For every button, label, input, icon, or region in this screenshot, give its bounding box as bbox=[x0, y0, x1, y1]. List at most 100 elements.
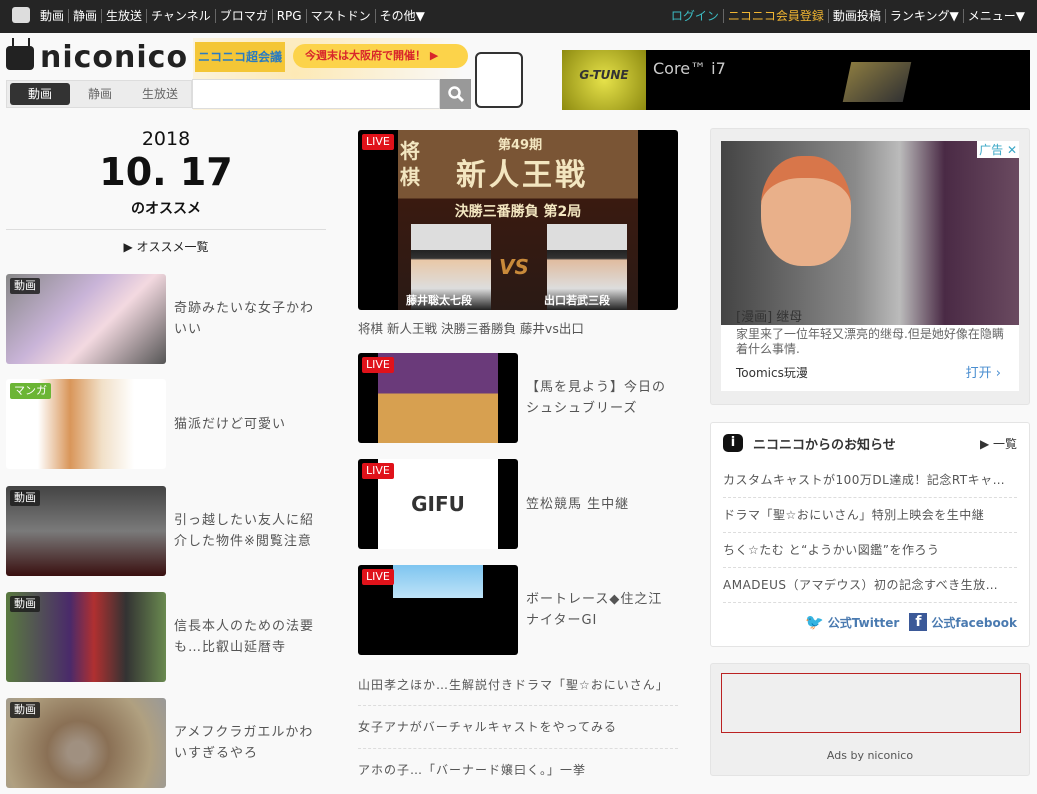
type-badge: 動画 bbox=[10, 702, 40, 718]
nav-channel[interactable]: チャンネル bbox=[146, 9, 215, 23]
ad-brand: G-TUNE bbox=[562, 50, 646, 110]
nav-other[interactable]: その他▼ bbox=[374, 9, 429, 23]
nav-blomaga[interactable]: ブロマガ bbox=[214, 9, 272, 23]
ad-slot[interactable] bbox=[721, 673, 1021, 733]
type-badge: 動画 bbox=[10, 278, 40, 294]
notice-item[interactable]: ちく☆たむ と“ようかい図鑑”を作ろう bbox=[723, 533, 1017, 568]
type-badge: 動画 bbox=[10, 490, 40, 506]
image-text-side: 将棋 bbox=[400, 139, 420, 189]
item-title: 信長本人のための法要も…比叡山延暦寺 bbox=[174, 619, 315, 655]
divider bbox=[6, 229, 326, 230]
shogi-image: 将棋 第49期 新人王戦 決勝三番勝負 第2局 VS 藤井聡太七段 出口若武三段 bbox=[398, 130, 638, 310]
nav-mastodon[interactable]: マストドン bbox=[305, 9, 375, 23]
nav-seiga[interactable]: 静画 bbox=[68, 9, 101, 23]
item-title: 奇跡みたいな女子かわいい bbox=[174, 301, 315, 337]
main-menu[interactable]: メニュー▼ bbox=[962, 9, 1029, 23]
notice-item[interactable]: カスタムキャストが100万DL達成！記念RTキャ… bbox=[723, 463, 1017, 498]
live-badge: LIVE bbox=[362, 463, 394, 479]
date-day: 10. 17 bbox=[99, 150, 233, 194]
ad-advertiser: Toomics玩漫 bbox=[736, 366, 808, 380]
nav-live[interactable]: 生放送 bbox=[101, 9, 146, 23]
recommend-item[interactable]: マンガ 猫派だけど可愛い bbox=[6, 379, 324, 469]
ad-close-icon[interactable]: ✕ bbox=[1007, 143, 1017, 157]
item-title: 【馬を見よう】今日のシュシュブリーズ bbox=[526, 380, 667, 416]
recommend-item[interactable]: 動画 奇跡みたいな女子かわいい bbox=[6, 274, 324, 364]
ranking-menu[interactable]: ランキング▼ bbox=[884, 9, 963, 23]
live-badge: LIVE bbox=[362, 134, 394, 150]
recommend-item[interactable]: 動画 引っ越したい友人に紹介した物件※閲覧注意 bbox=[6, 486, 324, 576]
live-text-item[interactable]: 女子アナがバーチャルキャストをやってみる bbox=[358, 718, 617, 735]
live-item[interactable]: LIVE 【馬を見よう】今日のシュシュブリーズ bbox=[358, 353, 676, 443]
live-item[interactable]: LIVE ボートレース◆住之江ナイターGI bbox=[358, 565, 676, 655]
thumbnail: 動画 bbox=[6, 592, 166, 682]
divider bbox=[358, 705, 678, 706]
notice-title: ニコニコからのお知らせ bbox=[753, 437, 896, 453]
recommend-list-link[interactable]: ▶ オススメ一覧 bbox=[6, 238, 326, 255]
search-tab-seiga[interactable]: 静画 bbox=[70, 83, 130, 105]
niconico-logo[interactable]: niconico bbox=[6, 40, 188, 75]
thumbnail: 動画 bbox=[6, 274, 166, 364]
search-input[interactable] bbox=[192, 79, 440, 109]
item-title: 猫派だけど可愛い bbox=[174, 416, 287, 432]
nav-rpg[interactable]: RPG bbox=[271, 9, 306, 23]
nav-douga[interactable]: 動画 bbox=[36, 9, 68, 23]
item-title: 引っ越したい友人に紹介した物件※閲覧注意 bbox=[174, 513, 315, 549]
facebook-link[interactable]: 公式facebook bbox=[931, 614, 1017, 631]
notice-more-link[interactable]: ▶ 一覧 bbox=[980, 435, 1017, 452]
mascot-image bbox=[475, 52, 523, 108]
search-button[interactable] bbox=[440, 79, 471, 109]
search-tab-douga[interactable]: 動画 bbox=[10, 83, 70, 105]
image-text-sub: 決勝三番勝負 第2局 bbox=[454, 204, 582, 220]
notice-panel: i ニコニコからのお知らせ ▶ 一覧 カスタムキャストが100万DL達成！記念R… bbox=[710, 422, 1030, 647]
banner-text: 今週末は大阪府で開催！ ▶ bbox=[293, 44, 468, 68]
main-live-title[interactable]: 将棋 新人王戦 決勝三番勝負 藤井vs出口 bbox=[358, 318, 584, 337]
top-ad-banner[interactable]: G-TUNE Core™ i7 bbox=[562, 50, 1030, 110]
twitter-link[interactable]: 公式Twitter bbox=[828, 614, 900, 631]
ad-text: Core™ i7 bbox=[653, 59, 726, 78]
notice-header: i ニコニコからのお知らせ ▶ 一覧 bbox=[711, 423, 1029, 463]
niconico-tv-icon[interactable] bbox=[12, 7, 30, 23]
top-navigation-bar: 動画 静画 生放送 チャンネル ブロマガ RPG マストドン その他▼ ログイン… bbox=[0, 0, 1037, 33]
laptop-image bbox=[842, 62, 912, 102]
login-link[interactable]: ログイン bbox=[667, 9, 723, 23]
image-text-player1: 藤井聡太七段 bbox=[406, 294, 472, 307]
upload-link[interactable]: 動画投稿 bbox=[827, 9, 885, 23]
item-title: アメフクラガエルかわいすぎるやろ bbox=[174, 725, 314, 761]
main-live-thumbnail[interactable]: 将棋 第49期 新人王戦 決勝三番勝負 第2局 VS 藤井聡太七段 出口若武三段… bbox=[358, 130, 678, 310]
tv-logo-icon bbox=[6, 45, 34, 70]
info-icon: i bbox=[723, 434, 743, 452]
ads-by-label: Ads by niconico bbox=[826, 749, 914, 762]
facebook-icon: f bbox=[909, 613, 928, 631]
ad-label: 广告 ✕ bbox=[977, 141, 1019, 158]
recommend-item[interactable]: 動画 アメフクラガエルかわいすぎるやろ bbox=[6, 698, 324, 788]
live-text-item[interactable]: 山田孝之ほか…生解説付きドラマ「聖☆おにいさん」 bbox=[358, 676, 669, 693]
search-tab-live[interactable]: 生放送 bbox=[130, 83, 190, 105]
search-icon bbox=[447, 86, 464, 103]
item-title: ボートレース◆住之江ナイターGI bbox=[526, 592, 663, 628]
image-text-big: 新人王戦 bbox=[456, 158, 588, 193]
register-link[interactable]: ニコニコ会員登録 bbox=[722, 9, 828, 23]
ad-card: 广告 ✕ [漫画] 继母 家里来了一位年轻又漂亮的继母.但是她好像在隐瞒着什么事… bbox=[721, 141, 1019, 391]
side-ad[interactable]: 广告 ✕ [漫画] 继母 家里来了一位年轻又漂亮的继母.但是她好像在隐瞒着什么事… bbox=[710, 128, 1030, 405]
live-badge: LIVE bbox=[362, 357, 394, 373]
date-year: 2018 bbox=[141, 128, 191, 150]
type-badge: 動画 bbox=[10, 596, 40, 612]
thumbnail: 動画 bbox=[6, 698, 166, 788]
search-type-tabs: 動画 静画 生放送 bbox=[6, 80, 192, 108]
thumbnail: GIFU LIVE bbox=[358, 459, 518, 549]
thumbnail: 動画 bbox=[6, 486, 166, 576]
live-badge: LIVE bbox=[362, 569, 394, 585]
image-text-vs: VS bbox=[499, 255, 529, 279]
service-nav: 動画 静画 生放送 チャンネル ブロマガ RPG マストドン その他▼ bbox=[36, 9, 429, 23]
recommend-item[interactable]: 動画 信長本人のための法要も…比叡山延暦寺 bbox=[6, 592, 324, 682]
ads-box: Ads by niconico bbox=[710, 663, 1030, 776]
banner-event-name: ニコニコ超会議 bbox=[195, 42, 285, 72]
type-badge: マンガ bbox=[10, 383, 51, 399]
notice-item[interactable]: AMADEUS（アマデウス）初の記念すべき生放… bbox=[723, 568, 1017, 603]
ad-open-button[interactable]: 打开 › bbox=[966, 362, 1001, 381]
live-text-item[interactable]: アホの子…「バーナード嬢曰く。」一挙 bbox=[358, 761, 586, 778]
live-item[interactable]: GIFU LIVE 笠松競馬 生中継 bbox=[358, 459, 676, 549]
item-title: 笠松競馬 生中継 bbox=[526, 496, 630, 512]
notice-item[interactable]: ドラマ「聖☆おにいさん」特別上映会を生中継 bbox=[723, 498, 1017, 533]
thumbnail: マンガ bbox=[6, 379, 166, 469]
